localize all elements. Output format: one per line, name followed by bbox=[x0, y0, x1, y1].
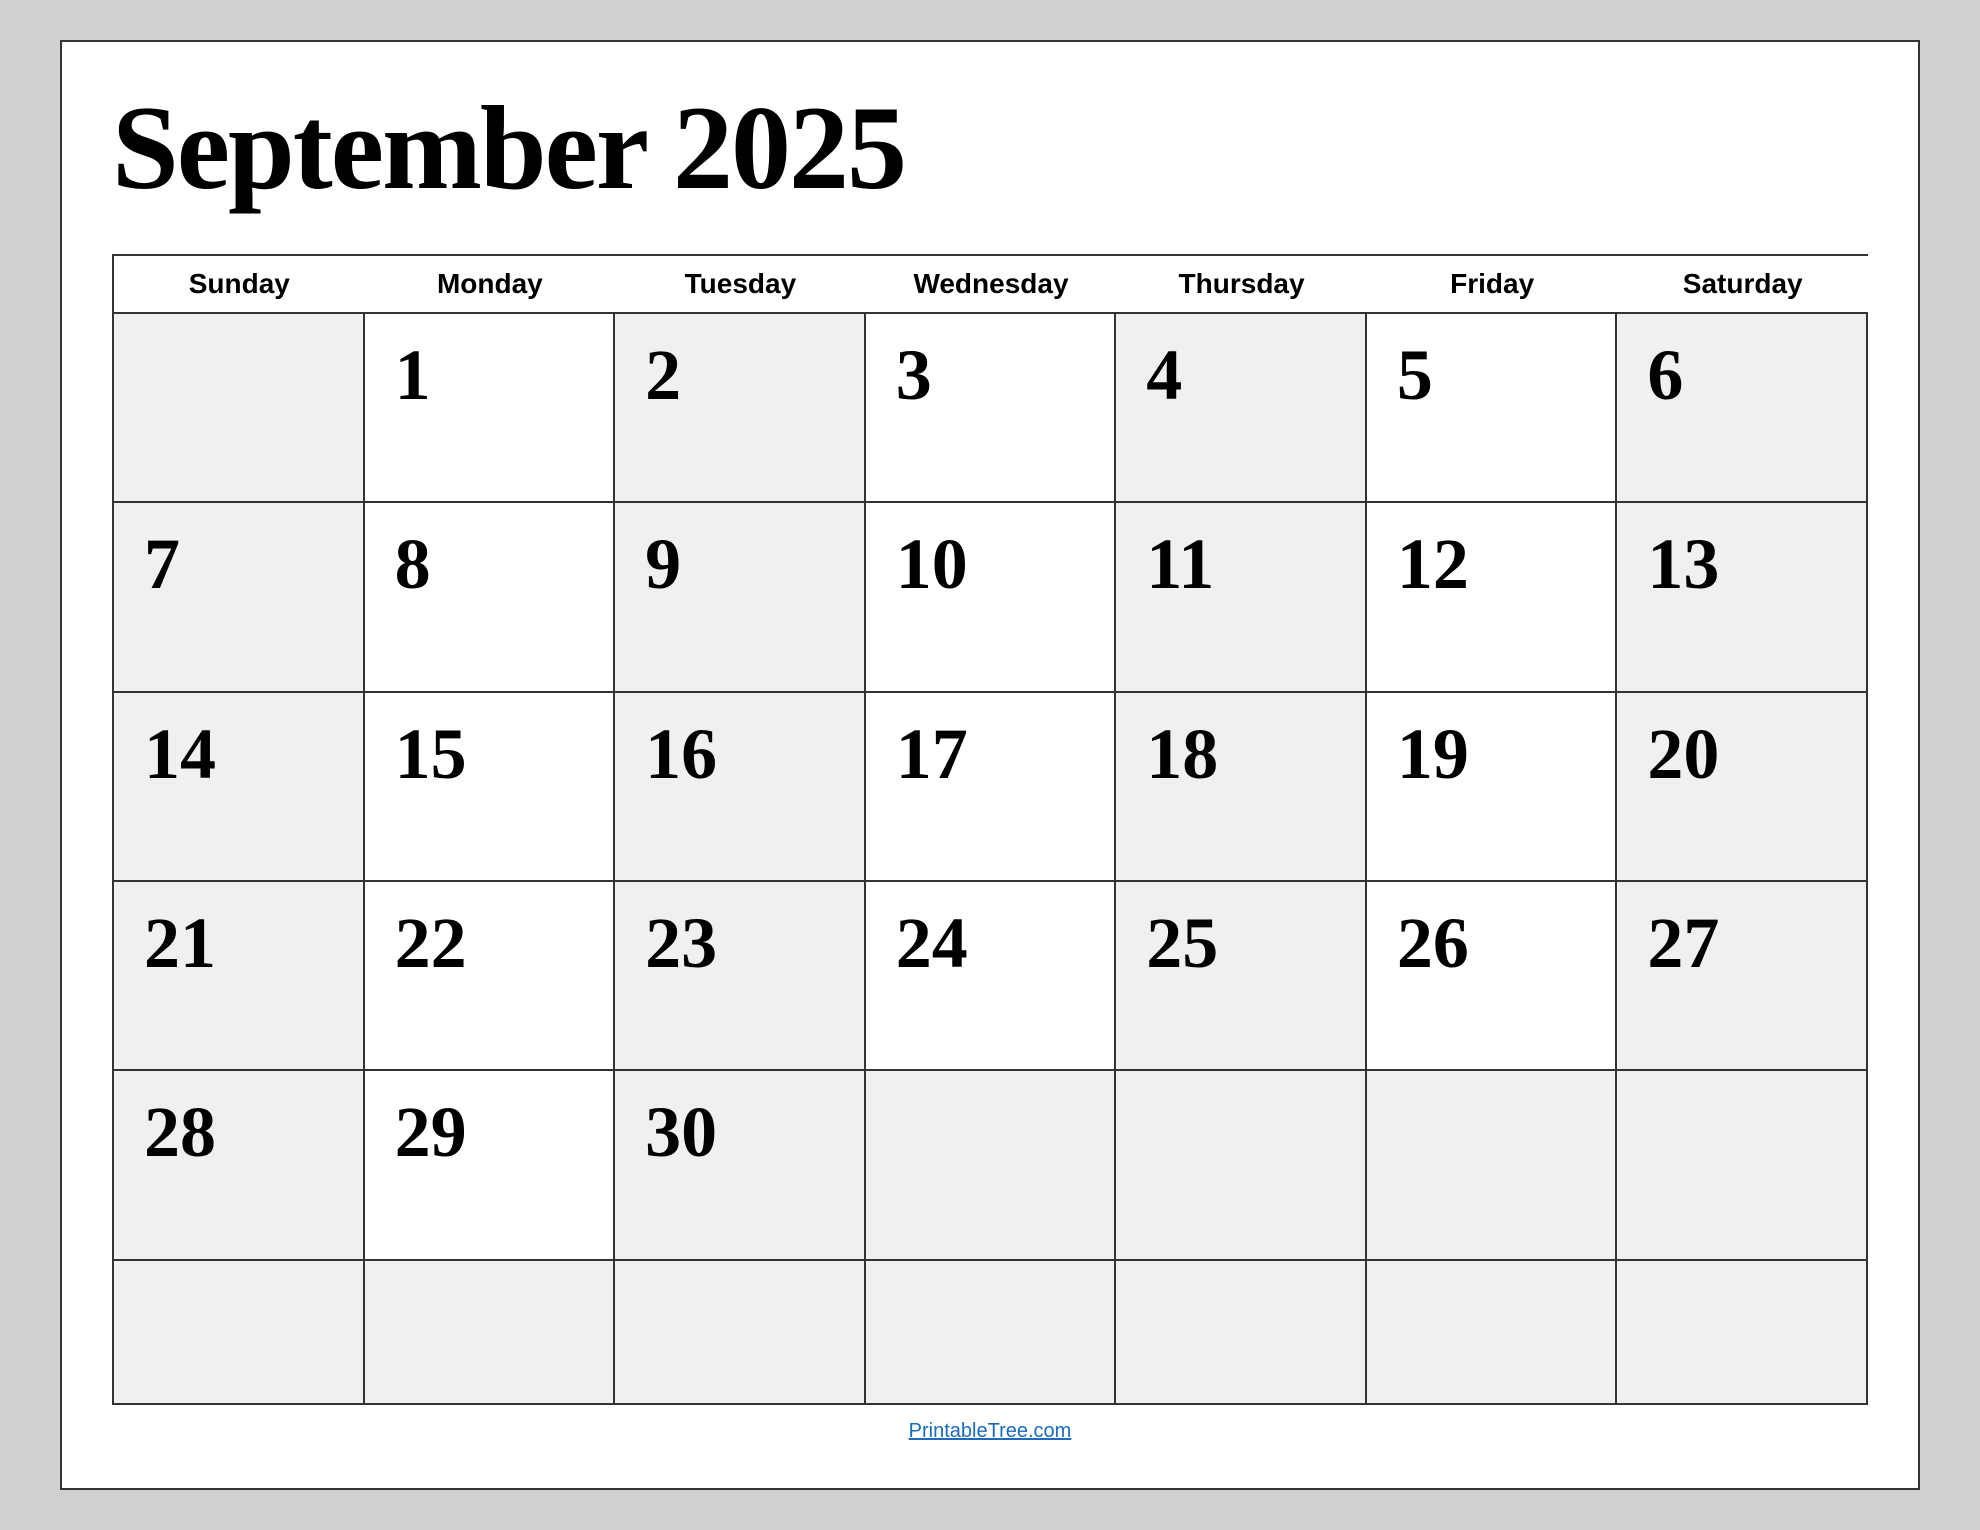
cell-empty-w5-4 bbox=[866, 1071, 1117, 1258]
cell-sep-27: 27 bbox=[1617, 882, 1868, 1069]
calendar-title: September 2025 bbox=[112, 82, 1868, 214]
cell-empty-1 bbox=[114, 314, 365, 501]
cell-sep-16: 16 bbox=[615, 693, 866, 880]
cell-sep-11: 11 bbox=[1116, 503, 1367, 690]
header-friday: Friday bbox=[1367, 256, 1618, 312]
week-row-1: 1 2 3 4 5 6 bbox=[114, 314, 1868, 503]
cell-empty-w6-3 bbox=[615, 1261, 866, 1403]
header-sunday: Sunday bbox=[114, 256, 365, 312]
cell-sep-21: 21 bbox=[114, 882, 365, 1069]
calendar-grid: Sunday Monday Tuesday Wednesday Thursday… bbox=[112, 254, 1868, 1405]
cell-sep-1: 1 bbox=[365, 314, 616, 501]
cell-empty-w5-6 bbox=[1367, 1071, 1618, 1258]
cell-sep-12: 12 bbox=[1367, 503, 1618, 690]
cell-empty-w5-7 bbox=[1617, 1071, 1868, 1258]
cell-sep-25: 25 bbox=[1116, 882, 1367, 1069]
cell-empty-w6-7 bbox=[1617, 1261, 1868, 1403]
cell-sep-4: 4 bbox=[1116, 314, 1367, 501]
cell-empty-w5-5 bbox=[1116, 1071, 1367, 1258]
cell-sep-15: 15 bbox=[365, 693, 616, 880]
header-monday: Monday bbox=[365, 256, 616, 312]
cell-empty-w6-6 bbox=[1367, 1261, 1618, 1403]
cell-empty-w6-1 bbox=[114, 1261, 365, 1403]
cell-sep-26: 26 bbox=[1367, 882, 1618, 1069]
cell-sep-23: 23 bbox=[615, 882, 866, 1069]
cell-sep-7: 7 bbox=[114, 503, 365, 690]
cell-sep-24: 24 bbox=[866, 882, 1117, 1069]
header-wednesday: Wednesday bbox=[866, 256, 1117, 312]
footer: PrintableTree.com bbox=[112, 1405, 1868, 1458]
cell-sep-30: 30 bbox=[615, 1071, 866, 1258]
week-row-3: 14 15 16 17 18 19 20 bbox=[114, 693, 1868, 882]
calendar-body: 1 2 3 4 5 6 7 8 9 10 11 12 13 14 15 16 bbox=[114, 312, 1868, 1405]
footer-link[interactable]: PrintableTree.com bbox=[909, 1420, 1072, 1442]
cell-sep-22: 22 bbox=[365, 882, 616, 1069]
cell-empty-w6-2 bbox=[365, 1261, 616, 1403]
week-row-4: 21 22 23 24 25 26 27 bbox=[114, 882, 1868, 1071]
cell-sep-29: 29 bbox=[365, 1071, 616, 1258]
cell-empty-w6-4 bbox=[866, 1261, 1117, 1403]
cell-sep-9: 9 bbox=[615, 503, 866, 690]
week-row-2: 7 8 9 10 11 12 13 bbox=[114, 503, 1868, 692]
cell-sep-6: 6 bbox=[1617, 314, 1868, 501]
cell-sep-8: 8 bbox=[365, 503, 616, 690]
cell-sep-28: 28 bbox=[114, 1071, 365, 1258]
day-headers: Sunday Monday Tuesday Wednesday Thursday… bbox=[114, 256, 1868, 312]
cell-sep-10: 10 bbox=[866, 503, 1117, 690]
cell-sep-17: 17 bbox=[866, 693, 1117, 880]
cell-sep-5: 5 bbox=[1367, 314, 1618, 501]
header-thursday: Thursday bbox=[1116, 256, 1367, 312]
header-saturday: Saturday bbox=[1617, 256, 1868, 312]
week-row-5: 28 29 30 bbox=[114, 1071, 1868, 1260]
cell-sep-20: 20 bbox=[1617, 693, 1868, 880]
week-row-6 bbox=[114, 1261, 1868, 1405]
cell-empty-w6-5 bbox=[1116, 1261, 1367, 1403]
cell-sep-18: 18 bbox=[1116, 693, 1367, 880]
calendar-page: September 2025 Sunday Monday Tuesday Wed… bbox=[60, 40, 1920, 1490]
cell-sep-19: 19 bbox=[1367, 693, 1618, 880]
cell-sep-3: 3 bbox=[866, 314, 1117, 501]
cell-sep-14: 14 bbox=[114, 693, 365, 880]
header-tuesday: Tuesday bbox=[615, 256, 866, 312]
cell-sep-13: 13 bbox=[1617, 503, 1868, 690]
cell-sep-2: 2 bbox=[615, 314, 866, 501]
